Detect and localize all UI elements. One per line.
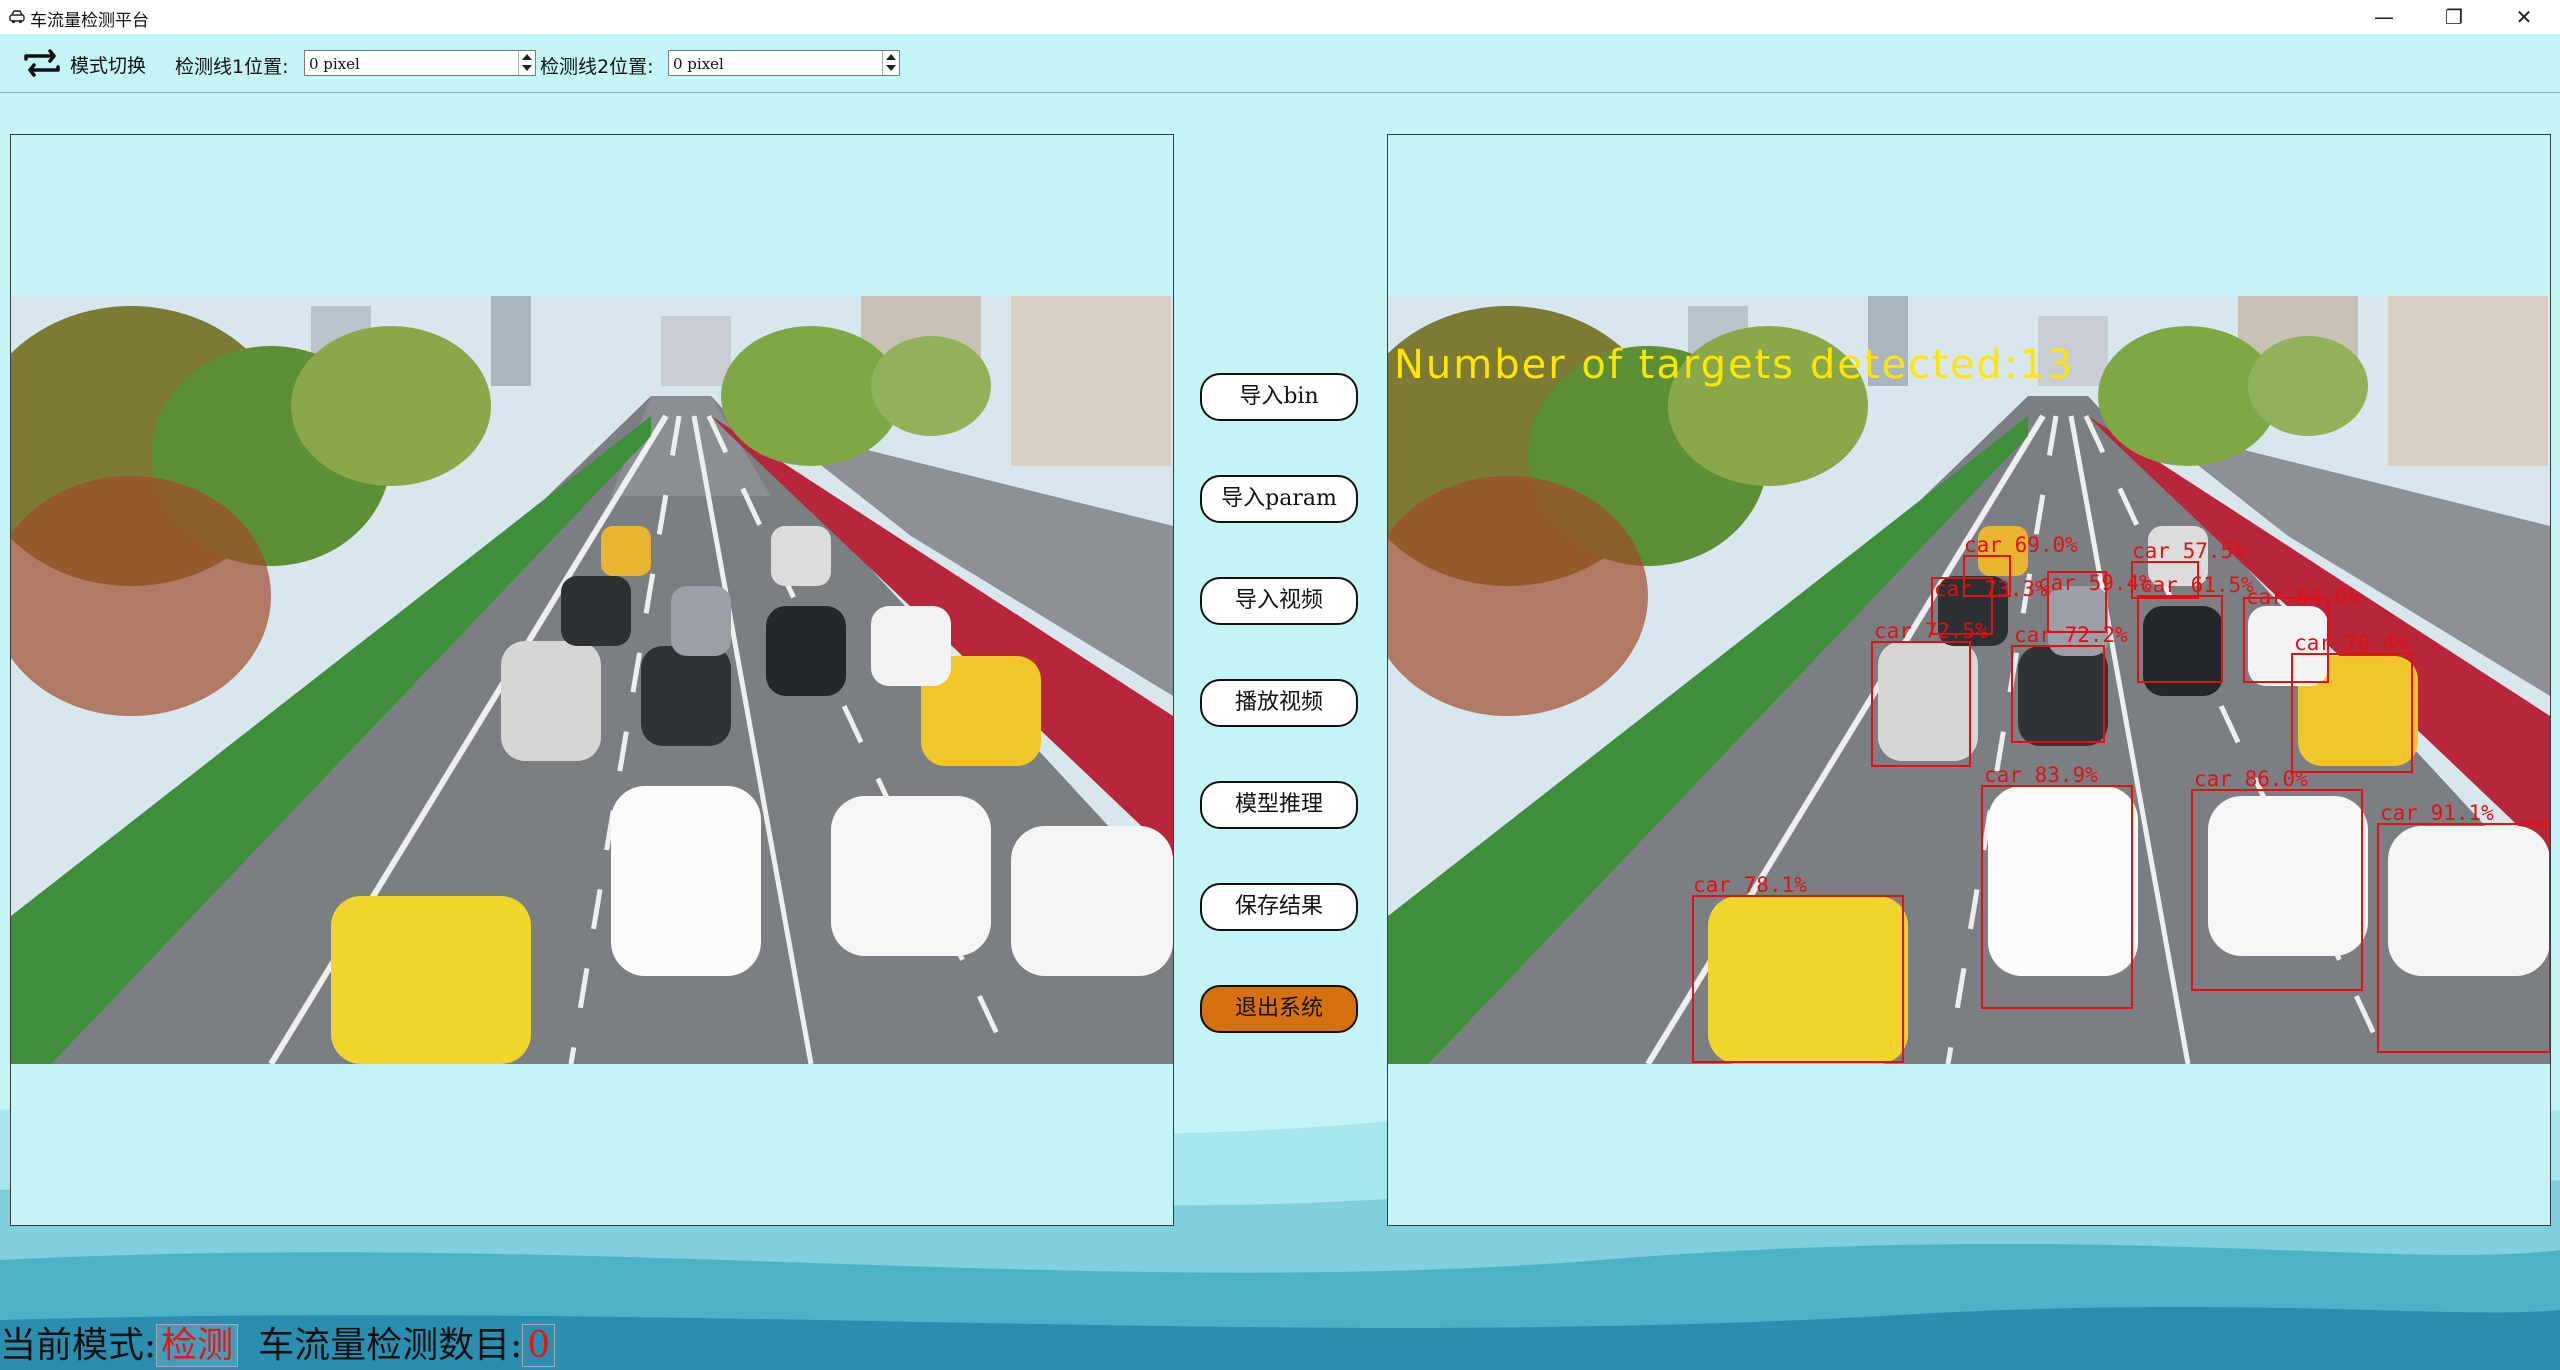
model-inference-button[interactable]: 模型推理 [1200,781,1358,829]
import-video-button[interactable]: 导入视频 [1200,577,1358,625]
line1-position-label: 检测线1位置: [175,56,289,78]
import-bin-button[interactable]: 导入bin [1200,373,1358,421]
save-result-button[interactable]: 保存结果 [1200,883,1358,931]
original-video-panel [10,134,1174,1226]
line2-spin-arrows[interactable] [882,51,899,75]
minimize-button[interactable]: — [2354,0,2414,34]
toolbar: 模式切换 检测线1位置: 0 pixel 检测线2位置: 0 pixel [0,34,2560,93]
car-app-icon [9,10,25,24]
import-param-button[interactable]: 导入param [1200,475,1358,523]
detection-label: car 91.1% [2380,801,2494,825]
line2-position-label: 检测线2位置: [540,56,654,78]
line1-position-spinbox[interactable]: 0 pixel [304,50,536,76]
detection-label: car 64.0% [2246,585,2360,609]
detection-label: car 72.2% [2014,623,2128,647]
line1-position-value[interactable]: 0 pixel [309,55,360,73]
traffic-count-value: 0 [522,1324,556,1367]
exit-system-button[interactable]: 退出系统 [1200,985,1358,1033]
status-bar: 当前模式: 检测 车流量检测数目: 0 [0,1316,556,1368]
spin-up-icon[interactable] [522,54,532,60]
detection-label: car 70.4% [2294,631,2408,655]
mode-switch-icon[interactable] [20,48,64,78]
spin-up-icon[interactable] [886,54,896,60]
detection-label: car 61.5% [2140,573,2254,597]
current-mode-label: 当前模式: [0,1325,157,1366]
line2-position-spinbox[interactable]: 0 pixel [668,50,900,76]
mode-switch-button[interactable]: 模式切换 [70,51,146,78]
targets-detected-overlay: Number of targets detected:13 [1394,342,2074,388]
close-button[interactable]: ✕ [2494,0,2554,34]
detection-label: car 57.5% [2132,539,2246,563]
detection-label: car 72.5% [1874,619,1988,643]
traffic-count-label: 车流量检测数目: [258,1325,523,1366]
line1-spin-arrows[interactable] [518,51,535,75]
detection-label: car 59.4% [2038,571,2152,595]
detection-frame-image: Number of targets detected:13 car 78.1% … [1388,296,2550,1064]
detection-label: car 69.0% [1964,533,2078,557]
detection-label: car 73.3% [1934,577,2048,601]
current-mode-value: 检测 [156,1324,239,1367]
detection-label: car 78.1% [1693,873,1807,897]
play-video-button[interactable]: 播放视频 [1200,679,1358,727]
original-frame-image [11,296,1173,1064]
spin-down-icon[interactable] [522,65,532,71]
window-title: 车流量检测平台 [30,11,149,31]
line2-position-value[interactable]: 0 pixel [673,55,724,73]
detection-label: car 83.9% [1984,763,2098,787]
restore-button[interactable]: ❐ [2424,0,2484,34]
detection-label: car 86.0% [2194,767,2308,791]
spin-down-icon[interactable] [886,65,896,71]
detection-result-panel: Number of targets detected:13 car 78.1% … [1387,134,2551,1226]
title-bar: 车流量检测平台 — ❐ ✕ [0,0,2560,35]
